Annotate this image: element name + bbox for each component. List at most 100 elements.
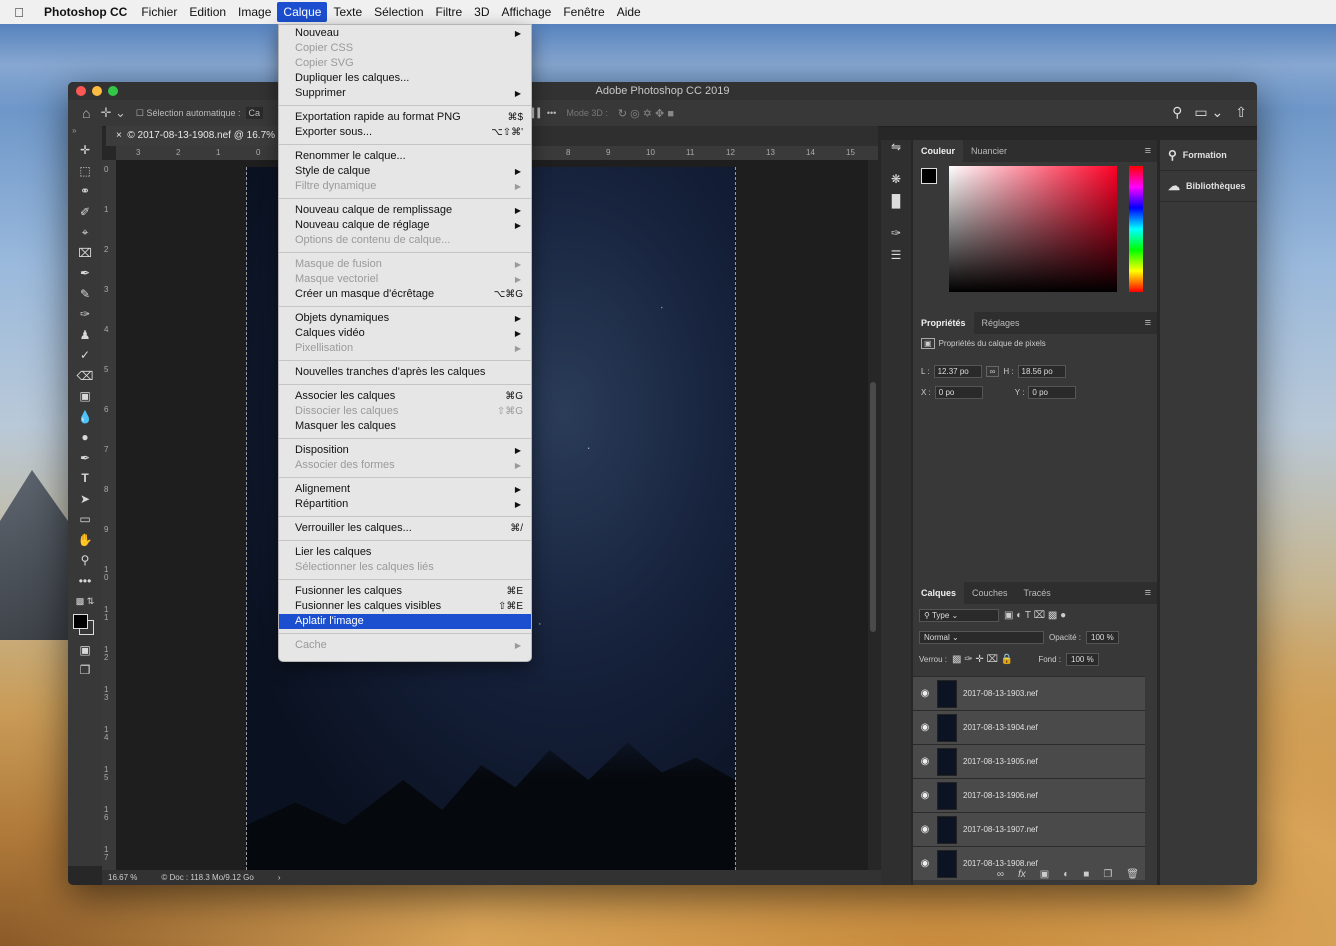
zoom-tool-icon[interactable]: ⚲ [68,550,102,571]
screen-mode-icon[interactable]: ❐ [68,660,102,681]
menu-item[interactable]: Répartition ▶ [279,497,531,512]
healing-tool-icon[interactable]: ✎ [68,284,102,305]
menubar-item-filtre[interactable]: Filtre [430,2,469,22]
menu-item[interactable]: Objets dynamiques ▶ [279,311,531,326]
menubar-item-3d[interactable]: 3D [468,2,495,22]
menu-item[interactable]: Créer un masque d'écrêtage ⌥⌘G [279,287,531,302]
search-icon[interactable]: ⚲ [1172,104,1182,121]
move-tool-icon[interactable]: ✛ [68,140,102,161]
quick-select-tool-icon[interactable]: ✐ [68,202,102,223]
layer-row[interactable]: ◉ 2017-08-13-1907.nef [913,812,1145,846]
status-arrow-icon[interactable]: › [278,873,281,882]
history-brush-tool-icon[interactable]: ✓ [68,345,102,366]
visibility-eye-icon[interactable]: ◉ [913,756,937,767]
tab-traces[interactable]: Tracés [1016,582,1059,604]
properties-toggle-icon[interactable]: ☰ [881,248,911,270]
menu-item[interactable]: Style de calque ▶ [279,164,531,179]
fx-icon[interactable]: fx [1018,869,1026,880]
tab-proprietes[interactable]: Propriétés [913,312,974,334]
zoom-level[interactable]: 16.67 % [108,873,137,882]
tab-couches[interactable]: Couches [964,582,1016,604]
tab-reglages[interactable]: Réglages [974,312,1028,334]
workspace-icon[interactable]: ▭ ⌄ [1194,104,1223,121]
rectangle-tool-icon[interactable]: ▭ [68,509,102,530]
color-picker-field[interactable] [949,166,1117,292]
close-tab-icon[interactable]: × [116,130,122,141]
tab-nuancier[interactable]: Nuancier [963,140,1015,162]
menu-item[interactable]: Masquer les calques [279,419,531,434]
collapse-tools-icon[interactable]: » [68,126,102,140]
dodge-tool-icon[interactable]: ● [68,427,102,448]
lasso-tool-icon[interactable]: ⚭ [68,181,102,202]
marquee-tool-icon[interactable]: ⬚ [68,161,102,182]
panel-menu-icon[interactable]: ≡ [1145,145,1151,157]
share-icon[interactable]: ⇧ [1235,104,1247,121]
visibility-eye-icon[interactable]: ◉ [913,824,937,835]
menubar-item-edition[interactable]: Edition [183,2,232,22]
eyedropper-tool-icon[interactable]: ✒ [68,263,102,284]
zoom-window-button[interactable] [108,86,118,96]
auto-select-checkbox[interactable]: ☐ Sélection automatique : [131,108,246,119]
tab-calques[interactable]: Calques [913,582,965,604]
apple-icon[interactable]:  [0,5,38,20]
menu-item[interactable]: Fusionner les calques ⌘E [279,584,531,599]
hue-slider[interactable] [1129,166,1143,292]
menu-item[interactable]: Renommer le calque... [279,149,531,164]
brush-settings-icon[interactable]: ✑ [881,226,911,248]
fill-field[interactable]: 100 % [1066,652,1099,666]
adjustments-panel-icon[interactable]: ❋ [881,172,911,194]
eraser-tool-icon[interactable]: ⌫ [68,366,102,387]
menubar-app-name[interactable]: Photoshop CC [38,2,135,22]
menu-item[interactable]: Verrouiller les calques... ⌘/ [279,521,531,536]
vertical-scrollbar[interactable] [870,382,876,632]
delete-layer-icon[interactable]: 🗑 [1126,869,1139,880]
minimize-window-button[interactable] [92,86,102,96]
path-select-tool-icon[interactable]: ➤ [68,489,102,510]
menu-item[interactable]: Nouveau calque de remplissage ▶ [279,203,531,218]
layer-row[interactable]: ◉ 2017-08-13-1906.nef [913,778,1145,812]
swap-colors-icon[interactable]: ▩ ⇅ [68,591,102,612]
menu-item[interactable]: Exportation rapide au format PNG ⌘$ [279,110,531,125]
hand-tool-icon[interactable]: ✋ [68,530,102,551]
menu-item[interactable]: Exporter sous... ⌥⇧⌘' [279,125,531,140]
menubar-item-texte[interactable]: Texte [327,2,368,22]
visibility-eye-icon[interactable]: ◉ [913,790,937,801]
menubar-item-sélection[interactable]: Sélection [368,2,429,22]
menubar-item-affichage[interactable]: Affichage [496,2,558,22]
menubar-item-fichier[interactable]: Fichier [135,2,183,22]
brush-tool-icon[interactable]: ✑ [68,304,102,325]
menubar-item-image[interactable]: Image [232,2,277,22]
formation-panel-button[interactable]: ⚲ Formation [1160,140,1257,171]
panel-menu-icon[interactable]: ≡ [1145,317,1151,329]
quick-mask-icon[interactable]: ▣ [68,640,102,661]
close-window-button[interactable] [76,86,86,96]
adjustment-layer-icon[interactable]: ◐ [1063,869,1069,880]
layer-filter-dropdown[interactable]: ⚲ Type ⌄ [919,608,999,622]
histogram-panel-icon[interactable]: █ [881,194,911,216]
menu-item[interactable]: Fusionner les calques visibles ⇧⌘E [279,599,531,614]
libraries-panel-button[interactable]: ☁ Bibliothèques [1160,171,1257,202]
panel-foreground-swatch[interactable] [921,168,937,184]
new-layer-icon[interactable]: ❐ [1103,869,1112,880]
link-layers-icon[interactable]: ∞ [997,869,1004,880]
menu-item[interactable]: Nouveau ▶ [279,26,531,41]
filter-icons[interactable]: ▣ ◐ T ⌧ ▩ ● [1004,610,1066,621]
menu-item[interactable]: Aplatir l'image [279,614,531,629]
frame-tool-icon[interactable]: ⌧ [68,243,102,264]
y-field[interactable]: 0 po [1028,386,1077,399]
visibility-eye-icon[interactable]: ◉ [913,688,937,699]
document-tab[interactable]: × © 2017-08-13-1908.nef @ 16.7% ( [106,126,292,146]
history-panel-icon[interactable]: ⇋ [881,140,911,162]
menubar-item-aide[interactable]: Aide [611,2,647,22]
height-field[interactable]: 18.56 po [1017,365,1066,378]
menubar-item-fenêtre[interactable]: Fenêtre [557,2,610,22]
auto-select-dropdown[interactable]: Ca [245,107,264,119]
layer-row[interactable]: ◉ 2017-08-13-1903.nef [913,676,1145,710]
menu-item[interactable]: Calques vidéo ▶ [279,326,531,341]
foreground-color-swatch[interactable] [73,613,88,629]
menu-item[interactable]: Associer les calques ⌘G [279,389,531,404]
layer-row[interactable]: ◉ 2017-08-13-1905.nef [913,744,1145,778]
menu-item[interactable]: Nouvelles tranches d'après les calques [279,365,531,380]
more-tools-icon[interactable]: ••• [68,571,102,592]
menubar-item-calque[interactable]: Calque [277,2,328,22]
